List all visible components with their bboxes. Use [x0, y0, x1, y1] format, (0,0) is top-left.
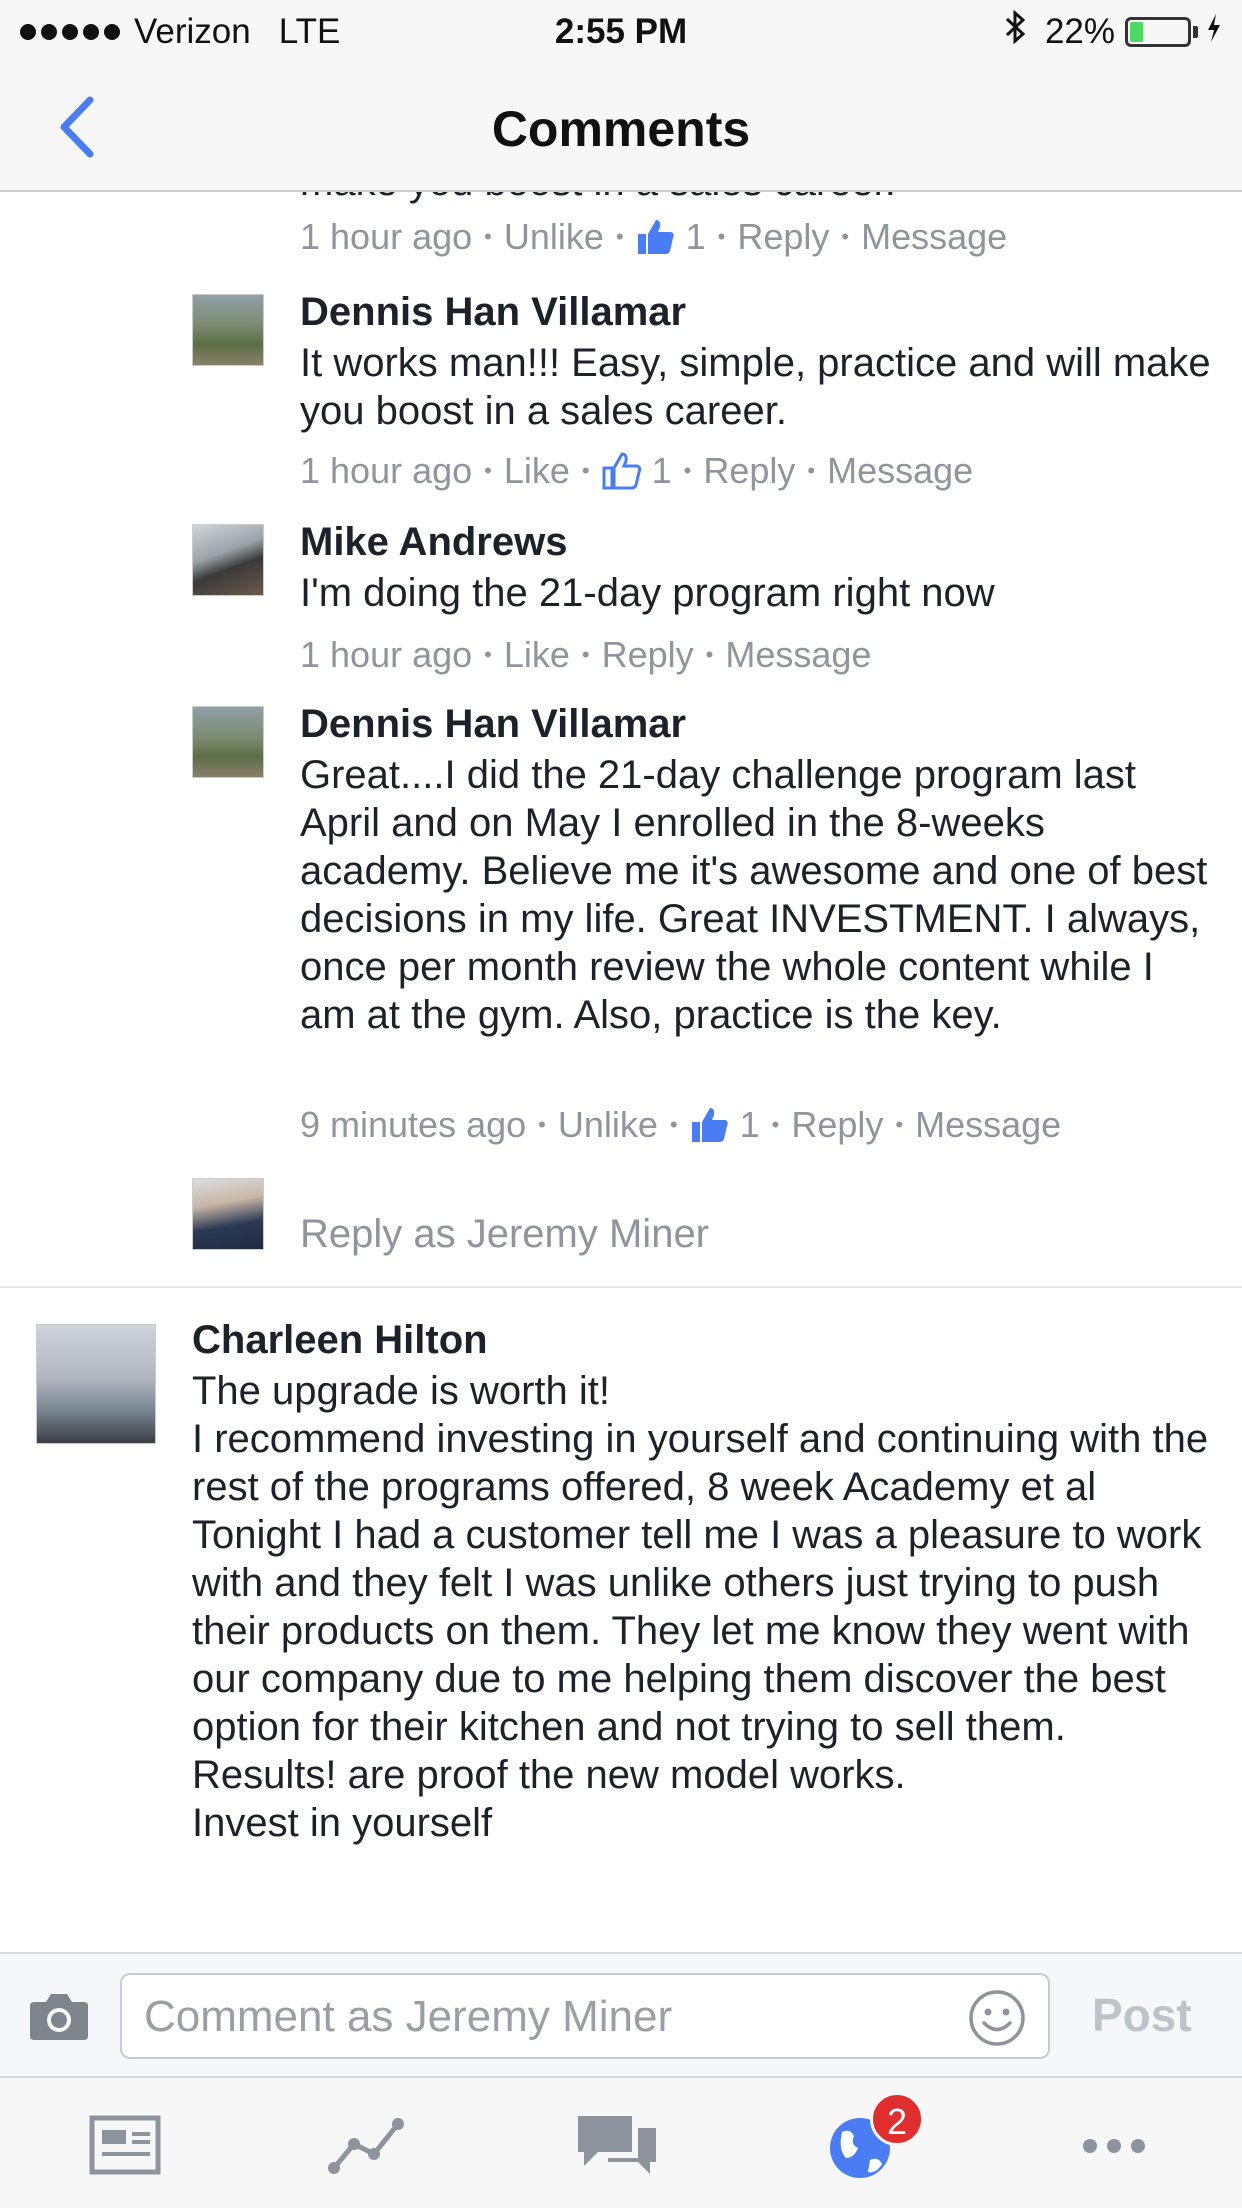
status-right: 22%: [1005, 9, 1222, 53]
user-avatar: [192, 1178, 264, 1250]
comment-item: Mike Andrews I'm doing the 21-day progra…: [300, 520, 1220, 617]
comments-list: make you boost in a sales career. 1 hour…: [0, 192, 1242, 1952]
unlike-link[interactable]: Unlike: [558, 1104, 658, 1146]
messages-icon[interactable]: [572, 2108, 662, 2182]
avatar[interactable]: [192, 524, 264, 596]
navigation-bar: Comments: [0, 62, 1242, 192]
reply-as-input[interactable]: Reply as Jeremy Miner: [300, 1212, 709, 1257]
comment-input-box[interactable]: [120, 1973, 1050, 2059]
like-link[interactable]: Like: [504, 634, 570, 676]
charging-icon: [1206, 13, 1222, 51]
comment-meta: 9 minutes ago • Unlike • 1 • Reply • Mes…: [300, 1104, 1062, 1146]
comment-time: 1 hour ago: [300, 216, 473, 257]
avatar[interactable]: [36, 1324, 156, 1444]
comment-meta: 1 hour ago • Like • 1 • Reply • Message: [300, 450, 974, 492]
comment-item: Dennis Han Villamar Great....I did the 2…: [300, 702, 1220, 1039]
comment-author[interactable]: Dennis Han Villamar: [300, 702, 1220, 747]
battery-icon: [1125, 16, 1191, 47]
status-bar: Verizon LTE 2:55 PM 22%: [0, 0, 1242, 62]
post-button[interactable]: Post: [1092, 1988, 1192, 2042]
reply-link[interactable]: Reply: [602, 634, 694, 676]
news-feed-icon[interactable]: [80, 2108, 170, 2182]
message-link[interactable]: Message: [725, 634, 871, 676]
comment-time: 9 minutes ago: [300, 1104, 527, 1145]
comment-text: It works man!!! Easy, simple, practice a…: [300, 341, 1211, 433]
comment-meta: 1 hour ago • Like • Reply • Message: [300, 634, 872, 676]
avatar[interactable]: [192, 294, 264, 366]
tab-bar: 2: [0, 2076, 1242, 2208]
comment-time: 1 hour ago: [300, 450, 473, 491]
partial-comment-text: make you boost in a sales career.: [300, 192, 896, 205]
battery-percent: 22%: [1044, 11, 1115, 51]
like-count: 1: [739, 1104, 760, 1145]
like-count: 1: [685, 216, 706, 257]
comment-text: I'm doing the 21-day program right now: [300, 571, 995, 615]
comment-composer: Post: [0, 1952, 1242, 2076]
comment-author[interactable]: Charleen Hilton: [192, 1318, 1222, 1363]
comment-text: Great....I did the 21-day challenge prog…: [300, 753, 1208, 1037]
thumbs-up-filled-icon: [636, 218, 676, 256]
battery-tip: [1193, 25, 1198, 38]
divider: [0, 1286, 1242, 1288]
comment-author[interactable]: Dennis Han Villamar: [300, 290, 1220, 335]
notification-badge: 2: [870, 2092, 924, 2146]
page-title: Comments: [491, 101, 751, 157]
comment-meta: 1 hour ago • Unlike • 1 • Reply • Messag…: [300, 216, 1008, 258]
thumbs-up-outline-icon: [602, 452, 642, 490]
comment-input[interactable]: [144, 1989, 964, 2045]
reply-link[interactable]: Reply: [737, 216, 829, 258]
like-count: 1: [651, 450, 672, 491]
reply-link[interactable]: Reply: [703, 450, 795, 492]
top-level-comment: Charleen Hilton The upgrade is worth it!…: [192, 1318, 1222, 1847]
thumbs-up-filled-icon: [690, 1106, 730, 1144]
comment-author[interactable]: Mike Andrews: [300, 520, 1220, 565]
more-icon[interactable]: [1070, 2108, 1160, 2182]
camera-icon[interactable]: [28, 1990, 90, 2042]
unlike-link[interactable]: Unlike: [504, 216, 604, 258]
comment-text: The upgrade is worth it! I recommend inv…: [192, 1369, 1209, 1845]
bluetooth-icon: [1005, 9, 1027, 53]
message-link[interactable]: Message: [861, 216, 1007, 258]
avatar[interactable]: [192, 706, 264, 778]
comment-time: 1 hour ago: [300, 634, 473, 675]
reply-link[interactable]: Reply: [791, 1104, 883, 1146]
insights-icon[interactable]: [322, 2108, 412, 2182]
message-link[interactable]: Message: [827, 450, 973, 492]
comment-item: Dennis Han Villamar It works man!!! Easy…: [300, 290, 1220, 435]
message-link[interactable]: Message: [915, 1104, 1061, 1146]
smiley-icon[interactable]: [968, 1989, 1026, 2047]
like-link[interactable]: Like: [504, 450, 570, 492]
